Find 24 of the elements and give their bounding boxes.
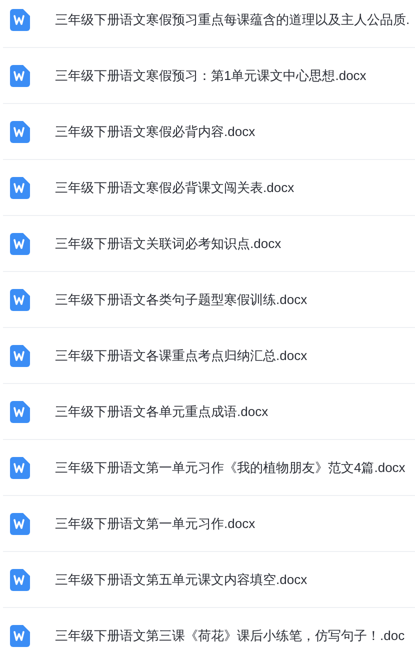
file-name[interactable]: 三年级下册语文寒假必背内容.docx — [55, 122, 256, 142]
word-document-icon — [10, 120, 30, 142]
file-name[interactable]: 三年级下册语文第五单元课文内容填空.docx — [55, 570, 308, 590]
file-name[interactable]: 三年级下册语文关联词必考知识点.docx — [55, 234, 282, 254]
word-document-icon — [10, 232, 30, 254]
file-name[interactable]: 三年级下册语文第一单元习作《我的植物朋友》范文4篇.docx — [55, 458, 406, 478]
word-document-icon — [10, 64, 30, 86]
file-name[interactable]: 三年级下册语文寒假预习：第1单元课文中心思想.docx — [55, 66, 366, 86]
file-name[interactable]: 三年级下册语文各类句子题型寒假训练.docx — [55, 290, 308, 310]
file-name[interactable]: 三年级下册语文第一单元习作.docx — [55, 514, 256, 534]
file-name[interactable]: 三年级下册语文寒假预习重点每课蕴含的道理以及主人公品质. — [55, 10, 410, 30]
file-name[interactable]: 三年级下册语文寒假必背课文闯关表.docx — [55, 178, 294, 198]
word-document-icon — [10, 344, 30, 366]
word-document-icon — [10, 288, 30, 310]
file-name[interactable]: 三年级下册语文各课重点考点归纳汇总.docx — [55, 346, 308, 366]
word-document-icon — [10, 400, 30, 422]
word-document-icon — [10, 512, 30, 534]
word-document-icon — [10, 176, 30, 198]
word-document-icon — [10, 568, 30, 590]
word-document-icon — [10, 456, 30, 478]
file-name[interactable]: 三年级下册语文第三课《荷花》课后小练笔，仿写句子！.doc — [55, 626, 405, 646]
file-name[interactable]: 三年级下册语文各单元重点成语.docx — [55, 402, 268, 422]
word-document-icon — [10, 8, 30, 30]
word-document-icon — [10, 624, 30, 646]
